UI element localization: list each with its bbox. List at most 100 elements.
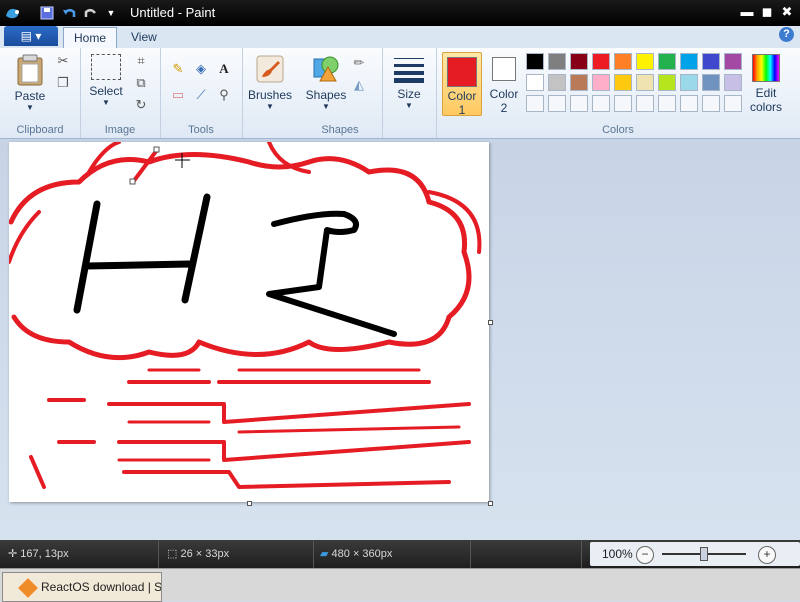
quick-access-dropdown-icon[interactable]: ▼ (102, 4, 120, 22)
palette-swatch[interactable] (548, 53, 566, 70)
color-picker-icon[interactable]: ⟋ (192, 86, 210, 104)
cursor-position-cell: ✛ 167, 13px (0, 540, 159, 568)
palette-swatch[interactable] (548, 95, 566, 112)
color2-button[interactable]: Color 2 (486, 53, 522, 115)
paste-dropdown-icon: ▼ (26, 103, 34, 112)
colors-group: Color 1 Color 2 Edit colors Colors (436, 48, 800, 138)
select-button[interactable]: Select ▼ (86, 54, 126, 107)
palette-swatch[interactable] (680, 74, 698, 91)
color1-label: Color (447, 89, 477, 103)
shapes-group-label: Shapes (321, 124, 359, 136)
copy-icon[interactable]: ❐ (54, 74, 72, 92)
clipboard-group-label: Clipboard (16, 124, 64, 136)
paint-app-icon[interactable] (4, 4, 22, 22)
cursor-position-text: 167, 13px (20, 548, 69, 560)
palette-swatch[interactable] (592, 95, 610, 112)
palette-swatch[interactable] (658, 74, 676, 91)
cloud-outline-stroke (8, 152, 472, 361)
size-dropdown-icon: ▼ (405, 101, 413, 110)
maximize-button[interactable]: ◼ (758, 4, 776, 20)
palette-swatch[interactable] (636, 74, 654, 91)
palette-swatch[interactable] (724, 95, 742, 112)
outline-icon[interactable]: ✏ (350, 54, 368, 72)
cut-icon[interactable]: ✂ (54, 52, 72, 70)
shapes-dropdown-icon: ▼ (322, 102, 330, 111)
palette-swatch[interactable] (548, 74, 566, 91)
taskbar-item-label: ReactOS download | So (41, 580, 162, 594)
palette-swatch[interactable] (680, 95, 698, 112)
save-icon[interactable] (38, 4, 56, 22)
zoom-in-button[interactable]: + (758, 546, 776, 564)
shapes-button[interactable]: Shapes ▼ (304, 53, 348, 111)
palette-swatch[interactable] (614, 53, 632, 70)
colors-group-label: Colors (602, 124, 634, 136)
resize-icon[interactable]: ⧉ (132, 74, 150, 92)
canvas-resize-handle-right[interactable] (488, 320, 493, 325)
text-tool-icon[interactable]: A (215, 60, 233, 78)
image-size-icon: ▰ (320, 548, 329, 560)
zoom-out-button[interactable]: − (636, 546, 654, 564)
line-size-icon (394, 58, 424, 83)
fill-icon[interactable]: ◭ (350, 76, 368, 94)
palette-swatch[interactable] (702, 53, 720, 70)
palette-swatch[interactable] (724, 74, 742, 91)
palette-swatch[interactable] (614, 74, 632, 91)
tab-home[interactable]: Home (63, 27, 118, 49)
letter-i-stroke (266, 210, 397, 337)
palette-swatch[interactable] (680, 53, 698, 70)
undo-icon[interactable] (60, 4, 78, 22)
brushes-button[interactable]: Brushes ▼ (248, 53, 292, 111)
zoom-slider-thumb[interactable] (700, 547, 708, 561)
minimize-button[interactable]: ▬ (738, 4, 756, 20)
palette-swatch[interactable] (702, 95, 720, 112)
palette-swatch[interactable] (570, 53, 588, 70)
cursor-position-icon: ✛ (8, 548, 18, 560)
palette-swatch[interactable] (592, 53, 610, 70)
empty-status-cell (471, 540, 582, 568)
rotate-icon[interactable]: ↻ (132, 96, 150, 114)
redo-icon[interactable] (82, 4, 100, 22)
palette-swatch[interactable] (702, 74, 720, 91)
canvas-resize-handle-corner[interactable] (488, 501, 493, 506)
tab-view[interactable]: View (121, 27, 167, 48)
title-bar: ▼ Untitled - Paint ▬ ◼ ✖ (0, 0, 800, 26)
edit-colors-label-2: colors (749, 100, 782, 114)
paste-button[interactable]: Paste ▼ (8, 52, 52, 112)
image-group-label: Image (104, 124, 136, 136)
palette-swatch[interactable] (658, 53, 676, 70)
selection-size-cell: ⬚ 26 × 33px (159, 540, 314, 568)
palette-swatch[interactable] (614, 95, 632, 112)
close-button[interactable]: ✖ (778, 4, 796, 20)
palette-swatch[interactable] (526, 74, 544, 91)
palette-swatch[interactable] (526, 95, 544, 112)
application-menu-button[interactable]: ▤ ▾ (4, 26, 58, 46)
shapes-label: Shapes (305, 88, 347, 102)
palette-swatch[interactable] (570, 95, 588, 112)
palette-swatch[interactable] (526, 53, 544, 70)
palette-swatch[interactable] (636, 95, 654, 112)
palette-swatch[interactable] (724, 53, 742, 70)
size-button[interactable]: Size ▼ (388, 54, 430, 110)
magnifier-icon[interactable]: ⚲ (215, 86, 233, 104)
palette-swatch[interactable] (658, 95, 676, 112)
brush-icon (256, 55, 284, 83)
color1-number: 1 (458, 103, 466, 117)
crop-icon[interactable]: ⌗ (132, 52, 150, 70)
canvas-resize-handle-bottom[interactable] (247, 501, 252, 506)
eraser-icon[interactable]: ▭ (169, 86, 187, 104)
color1-button[interactable]: Color 1 (442, 52, 482, 117)
color2-label: Color (489, 87, 519, 101)
help-icon[interactable]: ? (779, 27, 794, 42)
palette-swatch[interactable] (636, 53, 654, 70)
fill-bucket-icon[interactable]: ◈ (192, 60, 210, 78)
ribbon: Paste ▼ ✂ ❐ Clipboard Select ▼ ⌗ ⧉ ↻ Ima… (0, 48, 800, 139)
pencil-icon[interactable]: ✎ (169, 60, 187, 78)
taskbar-item[interactable]: ReactOS download | So (2, 572, 162, 602)
size-label: Size (397, 87, 421, 101)
palette-swatch[interactable] (570, 74, 588, 91)
edit-colors-button[interactable]: Edit colors (746, 52, 786, 114)
palette-swatch[interactable] (592, 74, 610, 91)
drawing-canvas[interactable] (7, 140, 489, 502)
select-label: Select (89, 84, 123, 98)
brushes-label: Brushes (248, 88, 293, 102)
